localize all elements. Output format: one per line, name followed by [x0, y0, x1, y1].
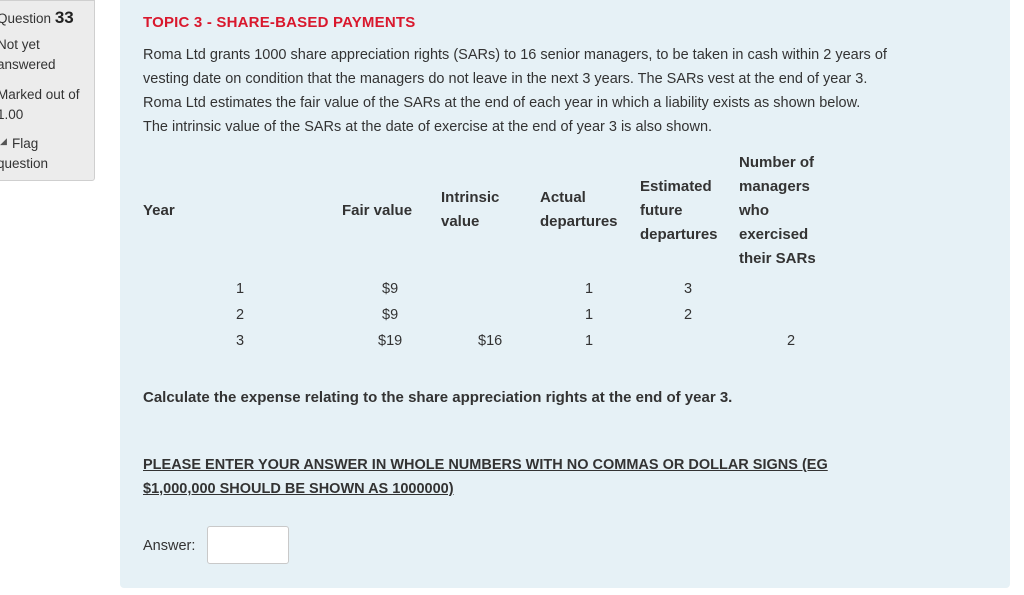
cell-actual: 1 [585, 307, 594, 323]
question-paragraph: Roma Ltd grants 1000 share appreciation … [143, 43, 1003, 139]
header-intrinsic-value: Intrinsic value [441, 189, 500, 230]
cell-actual: 1 [585, 333, 594, 349]
cell-fair-value: $19 [378, 333, 403, 349]
flag-question-link-line2[interactable]: question [0, 156, 48, 171]
cell-year: 2 [236, 307, 245, 323]
question-number: 33 [54, 8, 74, 27]
paragraph-line: The intrinsic value of the SARs at the d… [143, 119, 713, 135]
answer-input[interactable] [207, 526, 289, 564]
header-fair-value: Fair value [342, 202, 413, 219]
question-label: Question [0, 11, 52, 26]
note-line: PLEASE ENTER YOUR ANSWER IN WHOLE NUMBER… [143, 457, 828, 473]
cell-exercised: 2 [787, 333, 796, 349]
answer-label: Answer: [143, 538, 196, 554]
note-line: $1,000,000 SHOULD BE SHOWN AS 1000000) [143, 481, 454, 497]
header-managers-exercised: Number of managers who exercised their S… [739, 154, 816, 267]
topic-heading: TOPIC 3 - SHARE-BASED PAYMENTS [143, 14, 416, 31]
flag-icon[interactable]: ◢ [0, 137, 10, 146]
header-estimated-future-departures: Estimated future departures [640, 178, 718, 243]
paragraph-line: Roma Ltd grants 1000 share appreciation … [143, 47, 887, 63]
answer-format-note: PLEASE ENTER YOUR ANSWER IN WHOLE NUMBER… [143, 453, 828, 501]
header-year: Year [143, 202, 175, 219]
cell-fair-value: $9 [382, 307, 399, 323]
paragraph-line: Roma Ltd estimates the fair value of the… [143, 95, 861, 111]
paragraph-line: vesting date on condition that the manag… [143, 71, 868, 87]
question-number-line: Question 33 [0, 8, 74, 28]
instruction-text: Calculate the expense relating to the sh… [143, 389, 733, 406]
cell-actual: 1 [585, 281, 594, 297]
cell-estimated: 3 [684, 281, 693, 297]
cell-estimated: 2 [684, 307, 693, 323]
cell-year: 3 [236, 333, 245, 349]
marked-line-2: 1.00 [0, 107, 24, 122]
cell-year: 1 [236, 281, 245, 297]
flag-question-link[interactable]: Flag [12, 136, 38, 151]
cell-intrinsic: $16 [478, 333, 503, 349]
header-actual-departures: Actual departures [540, 189, 618, 230]
marked-line-1: Marked out of [0, 87, 80, 102]
status-line-1: Not yet [0, 37, 40, 52]
cell-fair-value: $9 [382, 281, 399, 297]
question-info-panel: Question 33 Not yet answered Marked out … [0, 0, 95, 181]
status-line-2: answered [0, 57, 56, 72]
